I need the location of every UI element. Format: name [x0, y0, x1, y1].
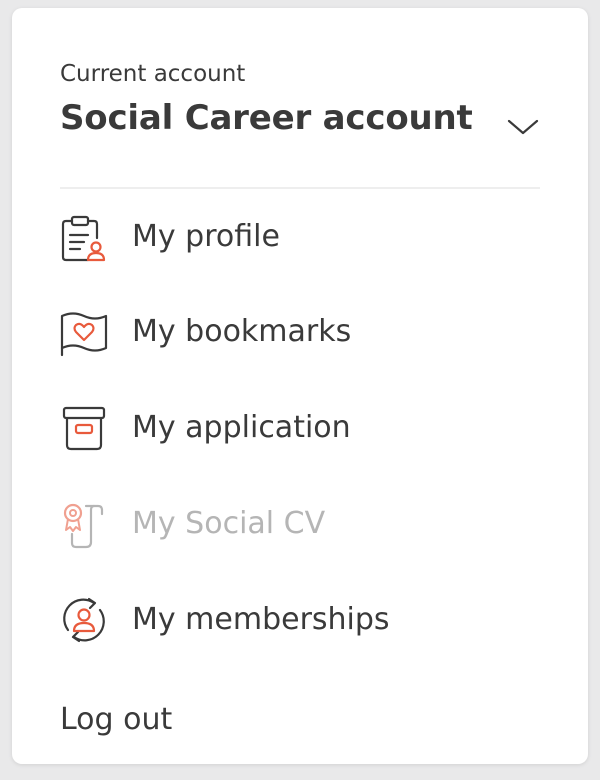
menu-item-label: My profile — [132, 219, 280, 254]
menu-item-label: My memberships — [132, 602, 390, 637]
certificate-scroll-icon — [56, 496, 112, 552]
current-account-name[interactable]: Social Career account — [60, 96, 544, 140]
menu-item-my-bookmarks[interactable]: My bookmarks — [56, 300, 536, 364]
membership-refresh-user-icon — [56, 592, 112, 648]
menu-item-label: My Social CV — [132, 506, 326, 541]
menu-item-label: My bookmarks — [132, 314, 352, 349]
archive-box-icon — [56, 400, 112, 456]
profile-clipboard-icon — [56, 209, 112, 265]
menu-item-my-profile[interactable]: My profile — [56, 205, 536, 269]
chevron-down-icon[interactable] — [506, 115, 540, 137]
account-menu-panel: Current account Social Career account My… — [12, 8, 588, 764]
logout-link[interactable]: Log out — [60, 700, 172, 740]
current-account-caption: Current account — [60, 61, 246, 87]
bookmark-heart-flag-icon — [56, 304, 112, 360]
menu-item-my-social-cv: My Social CV — [56, 492, 536, 556]
divider — [60, 187, 540, 189]
menu-item-my-memberships[interactable]: My memberships — [56, 588, 536, 652]
account-switcher[interactable]: Current account Social Career account — [60, 58, 544, 140]
menu-item-label: My application — [132, 410, 351, 445]
menu-item-my-application[interactable]: My application — [56, 396, 536, 460]
